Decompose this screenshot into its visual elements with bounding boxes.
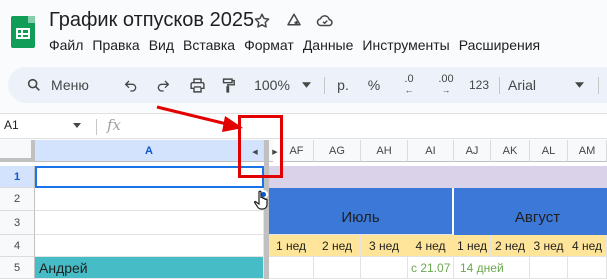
week-cell[interactable]: 3 нед	[530, 235, 568, 257]
menu-tools[interactable]: Инструменты	[362, 37, 458, 53]
number-format-button[interactable]: 123	[467, 67, 491, 103]
menu-insert[interactable]: Вставка	[183, 37, 244, 53]
spreadsheet-app: График отпусков 2025 Файл Правка Вид Вст…	[0, 0, 607, 279]
column-header-aj[interactable]: AJ	[454, 140, 491, 162]
vacation-days-cell[interactable]: 14 дней	[454, 257, 530, 279]
name-box-dropdown-icon[interactable]	[73, 123, 81, 128]
formula-divider	[96, 119, 97, 135]
search-icon	[27, 78, 40, 91]
cell-al5[interactable]	[530, 257, 568, 279]
menu-view[interactable]: Вид	[149, 37, 183, 53]
formula-bar: A1 fx	[0, 113, 607, 139]
percent-format-button[interactable]: %	[366, 67, 382, 103]
print-icon	[189, 77, 205, 93]
menu-file[interactable]: Файл	[49, 37, 92, 53]
redo-icon	[157, 80, 170, 92]
column-header-ah[interactable]: AH	[361, 140, 408, 162]
menu-search-label: Меню	[51, 77, 89, 93]
week-cell[interactable]: 1 нед	[454, 235, 491, 257]
cell-a4[interactable]	[35, 235, 264, 257]
percent-label: %	[367, 77, 381, 93]
column-header-al[interactable]: AL	[530, 140, 568, 162]
row-header-5[interactable]: 5	[0, 257, 35, 279]
document-title[interactable]: График отпусков 2025	[49, 9, 254, 32]
star-icon[interactable]	[251, 10, 273, 32]
undo-icon	[124, 80, 137, 92]
move-to-drive-icon[interactable]	[283, 10, 305, 32]
zoom-select[interactable]: 100%	[250, 67, 294, 103]
increase-decimal-label: .00	[438, 73, 454, 85]
row-header-2[interactable]: 2	[0, 188, 35, 211]
cell-ag5[interactable]	[314, 257, 361, 279]
employee-name-cell[interactable]: Андрей	[35, 257, 264, 279]
menu-format[interactable]: Формат	[244, 37, 303, 53]
increase-decimal-button[interactable]: .00 →	[434, 67, 458, 103]
toolbar: Меню 100% р. % .0 ← .00 → 123 Arial	[8, 67, 607, 103]
font-name: Arial	[508, 77, 537, 93]
cell-a2[interactable]	[35, 188, 264, 211]
row-header-1[interactable]: 1	[0, 166, 35, 188]
column-header-ag[interactable]: AG	[314, 140, 361, 162]
cell-af5[interactable]	[269, 257, 314, 279]
cell-a3[interactable]	[35, 211, 264, 235]
menu-edit[interactable]: Правка	[92, 37, 148, 53]
cell-a1-selected[interactable]	[35, 166, 264, 188]
month-header-august[interactable]: Август	[454, 188, 607, 235]
toolbar-divider	[598, 77, 599, 94]
sheets-logo-icon[interactable]	[11, 16, 35, 48]
cell-ah5[interactable]	[361, 257, 408, 279]
print-button[interactable]	[186, 67, 208, 103]
menu-search-button[interactable]: Меню	[16, 67, 106, 103]
annotation-highlight-box	[238, 115, 283, 178]
week-cell[interactable]: 2 нед	[491, 235, 530, 257]
week-cell[interactable]: 3 нед	[361, 235, 408, 257]
title-bar: График отпусков 2025 Файл Правка Вид Вст…	[0, 0, 607, 62]
column-header-a[interactable]: A	[35, 140, 264, 162]
row-1-fill[interactable]	[269, 166, 607, 188]
name-box[interactable]: A1	[4, 118, 19, 132]
font-dropdown-icon[interactable]	[573, 67, 585, 103]
vacation-start-cell[interactable]: с 21.07	[408, 257, 454, 279]
decrease-decimal-label: .0	[404, 73, 414, 85]
fx-icon: fx	[107, 116, 122, 134]
cloud-saved-icon[interactable]	[314, 10, 336, 32]
zoom-dropdown-icon[interactable]	[300, 67, 312, 103]
row-header-4[interactable]: 4	[0, 235, 35, 257]
zoom-value: 100%	[254, 77, 290, 93]
column-header-am[interactable]: AM	[568, 140, 607, 162]
arrow-right-icon: →	[441, 85, 451, 95]
annotation-arrow-icon	[156, 105, 243, 132]
redo-button[interactable]	[152, 67, 174, 103]
paint-format-button[interactable]	[217, 67, 239, 103]
column-header-ak[interactable]: AK	[491, 140, 530, 162]
hand-cursor-icon	[253, 190, 268, 210]
week-cell[interactable]: 4 нед	[408, 235, 454, 257]
sheet-grid: A ◀ ▶ AF AG AH AI AJ AK AL AM 1 2 3 4 5 …	[0, 140, 607, 279]
column-header-ai[interactable]: AI	[408, 140, 454, 162]
cell-am5[interactable]	[568, 257, 607, 279]
paint-format-icon	[222, 77, 235, 93]
row-header-3[interactable]: 3	[0, 211, 35, 235]
menu-extensions[interactable]: Расширения	[459, 37, 549, 53]
column-header-af[interactable]: AF	[280, 140, 314, 162]
decrease-decimal-button[interactable]: .0 ←	[399, 67, 419, 103]
menu-data[interactable]: Данные	[303, 37, 363, 53]
week-cell[interactable]: 2 нед	[314, 235, 361, 257]
arrow-left-icon: ←	[404, 85, 414, 95]
font-select[interactable]: Arial	[508, 67, 542, 103]
menu-bar: Файл Правка Вид Вставка Формат Данные Ин…	[49, 37, 549, 53]
week-cell[interactable]: 4 нед	[568, 235, 607, 257]
number-format-label: 123	[468, 78, 490, 92]
week-cell[interactable]: 1 нед	[269, 235, 314, 257]
currency-label: р.	[337, 77, 349, 93]
undo-button[interactable]	[120, 67, 142, 103]
toolbar-divider	[499, 77, 500, 94]
toolbar-divider	[324, 77, 325, 94]
month-header-july[interactable]: Июль	[269, 188, 454, 235]
currency-format-button[interactable]: р.	[335, 67, 351, 103]
select-all-corner[interactable]	[0, 140, 35, 162]
